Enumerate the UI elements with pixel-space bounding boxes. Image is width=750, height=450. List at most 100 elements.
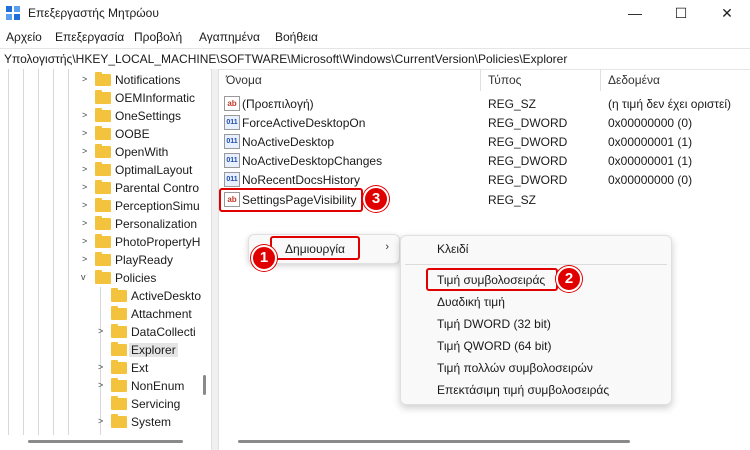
chevron-right-icon[interactable]: > xyxy=(98,326,108,336)
chevron-right-icon[interactable]: > xyxy=(82,182,92,192)
folder-icon xyxy=(95,90,111,104)
menu-bar: Αρχείο Επεξεργασία Προβολή Αγαπημένα Βοή… xyxy=(0,27,750,47)
tree-item-label: PhotoPropertyH xyxy=(115,235,201,249)
value-type: REG_SZ xyxy=(488,97,537,111)
menu-favorites[interactable]: Αγαπημένα xyxy=(199,30,260,44)
folder-icon xyxy=(111,342,127,356)
tree-vertical-scrollbar[interactable] xyxy=(203,375,206,395)
value-name: (Προεπιλογή) xyxy=(242,97,314,111)
tree-item-parental-controls[interactable]: > Parental Contro xyxy=(0,179,210,197)
tree-item-attachments[interactable]: Attachment xyxy=(0,305,210,323)
tree-item-label: Notifications xyxy=(115,73,181,87)
chevron-right-icon[interactable]: > xyxy=(82,146,92,156)
address-path[interactable]: Υπολογιστής\HKEY_LOCAL_MACHINE\SOFTWARE\… xyxy=(4,52,567,66)
minimize-button[interactable]: — xyxy=(612,0,658,26)
dword-value-icon: 011 xyxy=(224,115,240,130)
tree-item-personalization[interactable]: > Personalization xyxy=(0,215,210,233)
tree-item-perceptionsimulation[interactable]: > PerceptionSimu xyxy=(0,197,210,215)
address-bar[interactable]: Υπολογιστής\HKEY_LOCAL_MACHINE\SOFTWARE\… xyxy=(0,48,750,70)
tree-item-policies[interactable]: v Policies xyxy=(0,269,210,287)
chevron-right-icon[interactable]: > xyxy=(98,380,108,390)
submenu-key[interactable]: Κλειδί xyxy=(437,242,468,256)
registry-editor-icon xyxy=(6,6,20,20)
column-separator[interactable] xyxy=(600,69,601,91)
tree-item-label: NonEnum xyxy=(131,379,185,393)
menu-file[interactable]: Αρχείο xyxy=(6,30,42,44)
chevron-down-icon[interactable]: v xyxy=(81,272,91,282)
value-name: NoActiveDesktop xyxy=(242,135,335,149)
menu-edit[interactable]: Επεξεργασία xyxy=(55,30,124,44)
value-data: 0x00000000 (0) xyxy=(608,173,693,187)
close-icon: ✕ xyxy=(721,4,733,21)
annotation-box-new-value xyxy=(219,188,363,212)
maximize-icon: ☐ xyxy=(674,4,688,21)
value-row-default[interactable]: ab (Προεπιλογή) REG_SZ (η τιμή δεν έχει … xyxy=(218,94,750,113)
chevron-right-icon[interactable]: > xyxy=(82,254,92,264)
tree-item-onesettings[interactable]: > OneSettings xyxy=(0,107,210,125)
value-name: ForceActiveDesktopOn xyxy=(242,116,366,130)
annotation-marker-3: 3 xyxy=(363,186,389,212)
value-row-noactivedesktop[interactable]: 011 NoActiveDesktop REG_DWORD 0x00000001… xyxy=(218,132,750,151)
chevron-right-icon[interactable]: > xyxy=(82,164,92,174)
submenu-dword-value[interactable]: Τιμή DWORD (32 bit) xyxy=(437,317,551,331)
menu-help[interactable]: Βοήθεια xyxy=(275,30,318,44)
tree-item-optimallayout[interactable]: > OptimalLayout xyxy=(0,161,210,179)
tree-item-nonenum[interactable]: > NonEnum xyxy=(0,377,210,395)
tree-item-label: OpenWith xyxy=(115,145,169,159)
tree-item-explorer[interactable]: Explorer xyxy=(0,341,210,359)
value-row-noactivedesktopchanges[interactable]: 011 NoActiveDesktopChanges REG_DWORD 0x0… xyxy=(218,151,750,170)
tree-item-system[interactable]: > System xyxy=(0,413,210,431)
submenu-multi-string-value[interactable]: Τιμή πολλών συμβολοσειρών xyxy=(437,361,593,375)
window-title: Επεξεργαστής Μητρώου xyxy=(28,6,159,20)
chevron-right-icon[interactable]: > xyxy=(98,416,108,426)
chevron-right-icon[interactable]: > xyxy=(82,218,92,228)
tree-horizontal-scrollbar[interactable] xyxy=(28,440,183,443)
chevron-right-icon[interactable]: > xyxy=(82,128,92,138)
list-horizontal-scrollbar[interactable] xyxy=(238,440,630,443)
tree-item-label: OEMInformatic xyxy=(115,91,196,105)
tree-item-ext[interactable]: > Ext xyxy=(0,359,210,377)
folder-open-icon xyxy=(95,270,111,284)
dword-value-icon: 011 xyxy=(224,172,240,187)
column-header-data[interactable]: Δεδομένα xyxy=(608,73,660,87)
tree-item-label: OneSettings xyxy=(115,109,182,123)
annotation-box-new xyxy=(270,236,360,260)
tree-item-activedesktop[interactable]: ActiveDeskto xyxy=(0,287,210,305)
tree-item-photopropertyhandler[interactable]: > PhotoPropertyH xyxy=(0,233,210,251)
value-row-norecentdocshistory[interactable]: 011 NoRecentDocsHistory REG_DWORD 0x0000… xyxy=(218,170,750,189)
tree-item-label: Ext xyxy=(131,361,149,375)
chevron-right-icon[interactable]: > xyxy=(98,362,108,372)
tree-pane[interactable]: > Notifications OEMInformatic > OneSetting… xyxy=(0,69,210,435)
tree-item-playready[interactable]: > PlayReady xyxy=(0,251,210,269)
maximize-button[interactable]: ☐ xyxy=(658,0,704,26)
column-separator[interactable] xyxy=(480,69,481,91)
dword-value-icon: 011 xyxy=(224,134,240,149)
folder-icon xyxy=(95,234,111,248)
column-header-type[interactable]: Τύπος xyxy=(488,73,521,87)
value-type: REG_DWORD xyxy=(488,116,568,130)
column-header-name[interactable]: Όνομα xyxy=(226,73,262,87)
chevron-right-icon[interactable]: > xyxy=(82,74,92,84)
tree-item-oeminformation[interactable]: OEMInformatic xyxy=(0,89,210,107)
submenu-separator xyxy=(405,264,667,265)
tree-item-label: Servicing xyxy=(131,397,181,411)
submenu-qword-value[interactable]: Τιμή QWORD (64 bit) xyxy=(437,339,551,353)
value-row-forceactivedesktopon[interactable]: 011 ForceActiveDesktopOn REG_DWORD 0x000… xyxy=(218,113,750,132)
tree-item-servicing[interactable]: Servicing xyxy=(0,395,210,413)
tree-item-notifications[interactable]: > Notifications xyxy=(0,71,210,89)
chevron-right-icon[interactable]: > xyxy=(82,236,92,246)
value-type: REG_SZ xyxy=(488,193,537,207)
tree-item-label: ActiveDeskto xyxy=(131,289,202,303)
submenu-expandable-string-value[interactable]: Επεκτάσιμη τιμή συμβολοσειράς xyxy=(437,383,609,397)
tree-item-openwith[interactable]: > OpenWith xyxy=(0,143,210,161)
tree-item-oobe[interactable]: > OOBE xyxy=(0,125,210,143)
chevron-right-icon[interactable]: > xyxy=(82,200,92,210)
folder-icon xyxy=(95,180,111,194)
folder-icon xyxy=(111,288,127,302)
submenu-binary-value[interactable]: Δυαδική τιμή xyxy=(437,295,505,309)
chevron-right-icon[interactable]: > xyxy=(82,110,92,120)
menu-view[interactable]: Προβολή xyxy=(134,30,182,44)
close-button[interactable]: ✕ xyxy=(704,0,750,26)
folder-icon xyxy=(95,144,111,158)
tree-item-datacollection[interactable]: > DataCollecti xyxy=(0,323,210,341)
